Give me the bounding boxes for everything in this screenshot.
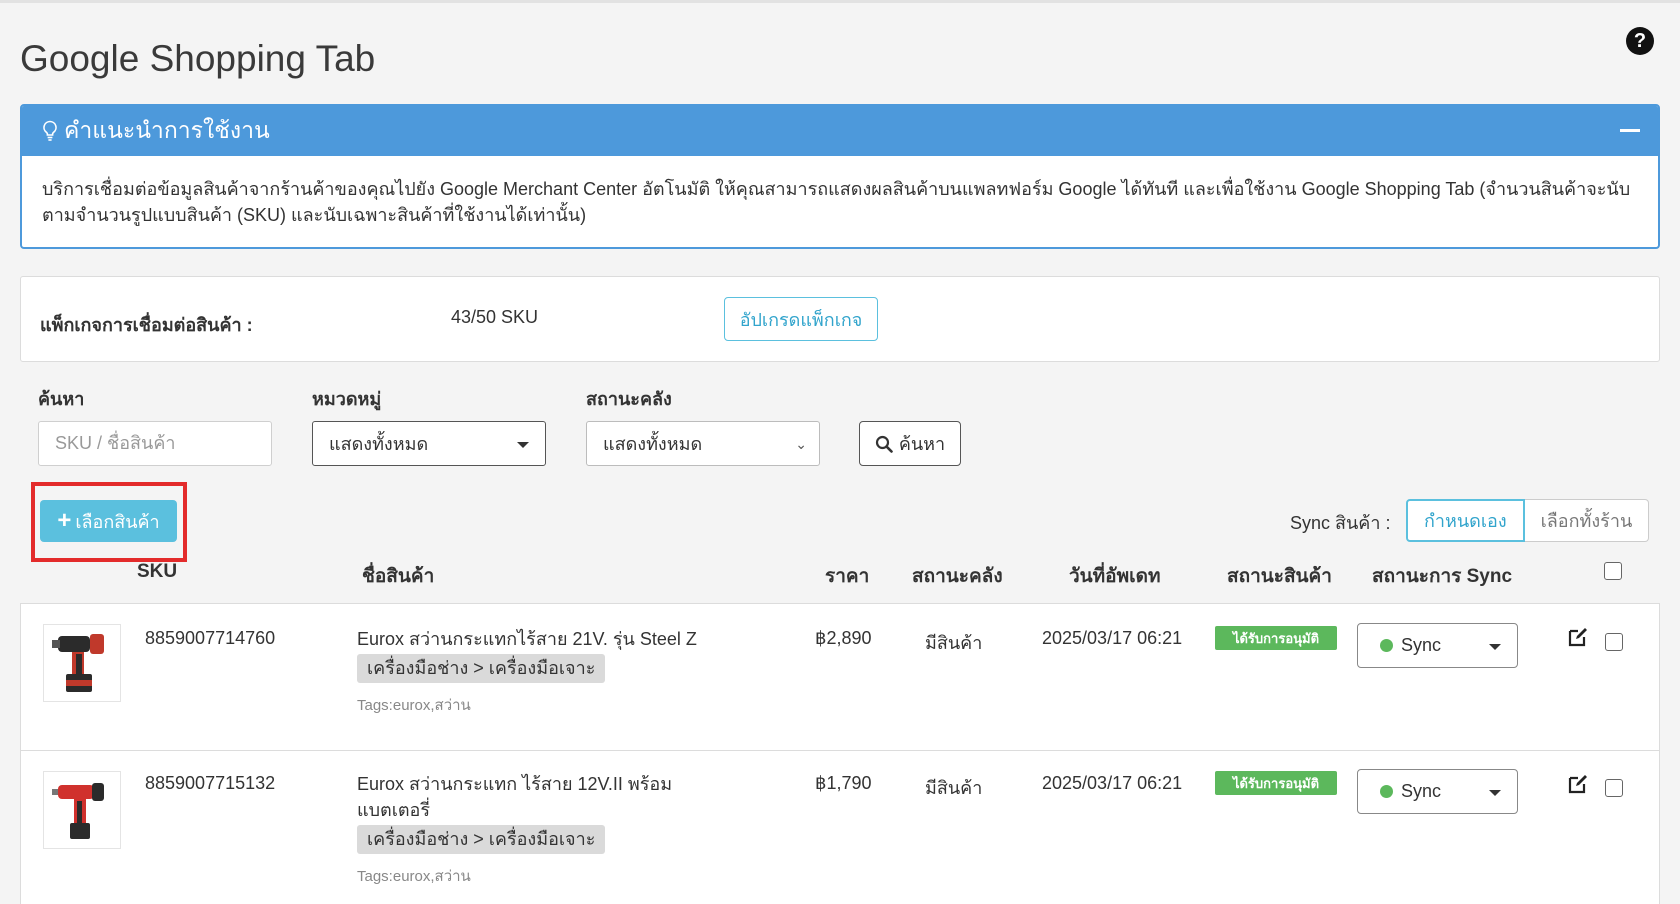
category-select-value: แสดงทั้งหมด [329, 434, 429, 454]
header-updated: วันที่อัพเดท [1069, 566, 1161, 587]
collapse-icon[interactable] [1620, 129, 1640, 132]
stock-select-value: แสดงทั้งหมด [603, 434, 703, 454]
sync-status-value: Sync [1401, 635, 1442, 655]
product-info: Eurox สว่านกระแทกไร้สาย 21V. รุ่น Steel … [357, 626, 697, 719]
caret-down-icon [1489, 790, 1501, 796]
category-label: หมวดหมู่ [312, 389, 382, 409]
sync-dot-icon [1380, 639, 1393, 652]
row-stock: มีสินค้า [925, 778, 983, 798]
row-price: ฿2,890 [815, 628, 872, 648]
edit-icon[interactable] [1567, 626, 1589, 648]
upgrade-package-button[interactable]: อัปเกรดแพ็กเกจ [724, 297, 878, 341]
tips-panel: คำแนะนำการใช้งาน บริการเชื่อมต่อข้อมูลสิ… [20, 104, 1660, 249]
category-tag: เครื่องมือช่าง > เครื่องมือเจาะ [357, 825, 606, 854]
product-tags: Tags:eurox,สว่าน [357, 697, 471, 714]
drill-image-icon [52, 783, 104, 839]
row-sku: 8859007714760 [145, 628, 276, 648]
search-label: ค้นหา [38, 389, 85, 409]
caret-down-icon [1489, 644, 1501, 650]
search-button[interactable]: ค้นหา [859, 421, 961, 466]
sync-status-value: Sync [1401, 781, 1442, 801]
sync-mode-toggle: กำหนดเอง เลือกทั้งร้าน [1406, 499, 1650, 542]
category-select[interactable]: แสดงทั้งหมด [312, 421, 546, 466]
drill-image-icon [52, 634, 104, 692]
sync-status-select[interactable]: Sync [1357, 769, 1518, 814]
header-product-status: สถานะสินค้า [1227, 566, 1332, 587]
table-row: 8859007714760 Eurox สว่านกระแทกไร้สาย 21… [20, 603, 1660, 751]
select-product-label: เลือกสินค้า [75, 511, 160, 532]
stock-select[interactable]: แสดงทั้งหมด ⌄ [586, 421, 820, 466]
status-badge: ได้รับการอนุมัติ [1215, 771, 1337, 795]
header-name: ชื่อสินค้า [362, 566, 435, 587]
top-divider [0, 0, 1680, 3]
header-price: ราคา [825, 566, 870, 587]
header-sync-status: สถานะการ Sync [1372, 566, 1513, 587]
sync-status-select[interactable]: Sync [1357, 623, 1518, 668]
tips-title: คำแนะนำการใช้งาน [64, 117, 270, 143]
plus-icon: + [57, 507, 72, 534]
search-button-label: ค้นหา [898, 434, 946, 454]
chevron-down-icon: ⌄ [795, 436, 807, 452]
row-checkbox[interactable] [1605, 779, 1623, 797]
table-row: 8859007715132 Eurox สว่านกระแทก ไร้สาย 1… [20, 750, 1660, 904]
header-sku: SKU [137, 561, 178, 582]
search-icon [875, 435, 893, 453]
caret-down-icon [517, 442, 529, 448]
search-input[interactable] [38, 421, 272, 466]
sync-mode-label: Sync สินค้า : [1290, 513, 1391, 533]
header-stock: สถานะคลัง [912, 566, 1003, 587]
package-box: แพ็กเกจการเชื่อมต่อสินค้า : 43/50 SKU อั… [20, 276, 1660, 362]
sync-all-button[interactable]: เลือกทั้งร้าน [1524, 499, 1650, 542]
row-updated: 2025/03/17 06:21 [1042, 628, 1183, 648]
row-stock: มีสินค้า [925, 633, 983, 653]
edit-icon[interactable] [1567, 773, 1589, 795]
product-name[interactable]: Eurox สว่านกระแทก ไร้สาย 12V.II พร้อมแบต… [357, 771, 697, 823]
tips-body: บริการเชื่อมต่อข้อมูลสินค้าจากร้านค้าของ… [42, 179, 1631, 225]
row-sku: 8859007715132 [145, 773, 276, 793]
status-badge: ได้รับการอนุมัติ [1215, 626, 1337, 650]
question-circle-icon[interactable]: ? [1626, 27, 1654, 55]
page-title: Google Shopping Tab [20, 38, 376, 79]
package-value: 43/50 SKU [451, 307, 539, 327]
row-price: ฿1,790 [815, 773, 872, 793]
package-label: แพ็กเกจการเชื่อมต่อสินค้า : [40, 315, 253, 335]
lightbulb-icon [43, 120, 57, 141]
select-product-button[interactable]: + เลือกสินค้า [40, 500, 177, 542]
product-tags: Tags:eurox,สว่าน [357, 868, 471, 885]
category-tag: เครื่องมือช่าง > เครื่องมือเจาะ [357, 654, 606, 683]
row-updated: 2025/03/17 06:21 [1042, 773, 1183, 793]
stock-label: สถานะคลัง [586, 389, 672, 409]
product-thumbnail[interactable] [43, 624, 121, 702]
product-thumbnail[interactable] [43, 771, 121, 849]
product-info: Eurox สว่านกระแทก ไร้สาย 12V.II พร้อมแบต… [357, 771, 697, 890]
product-name[interactable]: Eurox สว่านกระแทกไร้สาย 21V. รุ่น Steel … [357, 626, 697, 652]
sync-dot-icon [1380, 785, 1393, 798]
row-checkbox[interactable] [1605, 633, 1623, 651]
select-all-checkbox[interactable] [1604, 562, 1622, 580]
sync-manual-button[interactable]: กำหนดเอง [1406, 499, 1525, 542]
tips-header[interactable]: คำแนะนำการใช้งาน [22, 106, 1658, 156]
